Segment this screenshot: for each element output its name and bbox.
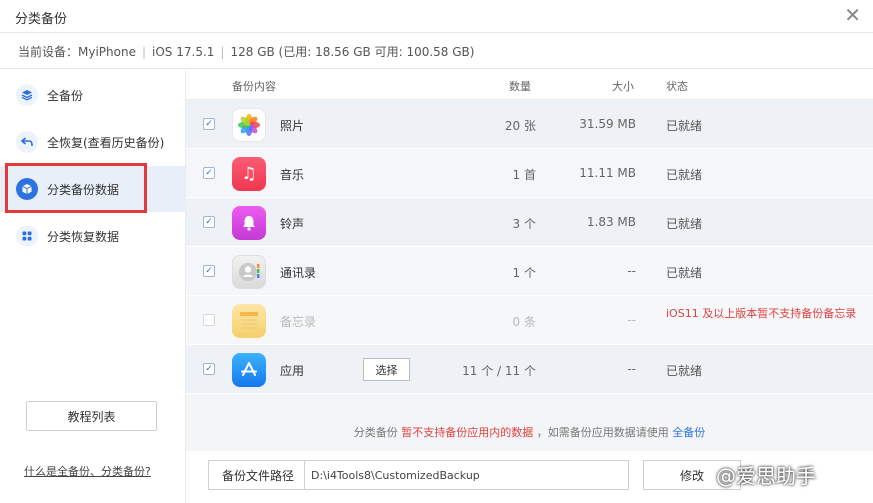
title-bar: 分类备份 ✕ <box>0 0 873 33</box>
contacts-icon <box>232 255 266 289</box>
row-name: 应用 <box>280 364 305 378</box>
watermark: @爱思助手 <box>716 464 816 488</box>
close-icon[interactable]: ✕ <box>844 4 861 26</box>
row-checkbox[interactable]: ✓ <box>203 118 215 130</box>
header-count: 数量 <box>509 80 531 93</box>
row-status: 已就绪 <box>666 364 703 378</box>
table-header: 备份内容 数量 大小 状态 <box>186 70 873 100</box>
row-status: 已就绪 <box>666 119 703 133</box>
row-name: 铃声 <box>280 217 305 231</box>
table-row-notes: 备忘录 0 条 -- iOS11 及以上版本暂不支持备份备忘录 <box>186 296 873 345</box>
bell-icon <box>232 206 266 240</box>
select-apps-button[interactable]: 选择 <box>363 358 410 381</box>
ios-version: iOS 17.5.1 <box>152 45 215 59</box>
cube-icon <box>16 178 38 200</box>
row-status-warning: iOS11 及以上版本暂不支持备份备忘录 <box>666 307 857 320</box>
sidebar-item-category-backup[interactable]: 分类备份数据 <box>0 166 186 212</box>
sidebar: 全备份 全恢复(查看历史备份) 分类备份数据 分类恢复数据 <box>0 70 186 503</box>
device-label: 当前设备： <box>18 45 79 59</box>
row-name: 通讯录 <box>280 266 317 280</box>
row-status: 已就绪 <box>666 217 703 231</box>
undo-arrow-icon <box>16 131 38 153</box>
row-checkbox <box>203 314 215 326</box>
row-status: 已就绪 <box>666 266 703 280</box>
row-checkbox[interactable]: ✓ <box>203 265 215 277</box>
note-middle: ，如需备份应用数据请使用 <box>536 426 669 439</box>
row-size: -- <box>627 362 636 376</box>
help-link[interactable]: 什么是全备份、分类备份? <box>24 463 151 479</box>
header-status: 状态 <box>666 80 688 93</box>
row-size: 31.59 MB <box>579 117 636 131</box>
row-count: 20 张 <box>504 119 536 133</box>
row-size: 1.83 MB <box>586 215 636 229</box>
separator: | <box>220 45 225 59</box>
row-checkbox[interactable]: ✓ <box>203 363 215 375</box>
row-checkbox[interactable]: ✓ <box>203 216 215 228</box>
backup-path-bar: 备份文件路径 修改 @爱思助手 <box>186 451 873 503</box>
header-content: 备份内容 <box>232 80 276 93</box>
layers-icon <box>16 84 38 106</box>
row-status: 已就绪 <box>666 168 703 182</box>
device-info: 当前设备：MyiPhone | iOS 17.5.1 | 128 GB (已用: 18.… <box>18 43 474 60</box>
music-icon: ♫ <box>232 157 266 191</box>
sidebar-item-label: 分类恢复数据 <box>47 230 120 244</box>
separator: | <box>141 45 147 59</box>
sidebar-item-full-backup[interactable]: 全备份 <box>0 72 186 118</box>
grid-icon <box>16 225 38 247</box>
row-name: 音乐 <box>280 168 305 182</box>
sidebar-item-category-restore[interactable]: 分类恢复数据 <box>0 213 186 259</box>
sidebar-item-full-restore[interactable]: 全恢复(查看历史备份) <box>0 119 186 165</box>
row-count: 1 首 <box>512 168 536 182</box>
table-row-ringtones: ✓ 铃声 3 个 1.83 MB 已就绪 <box>186 198 873 247</box>
window-title: 分类备份 <box>15 12 68 27</box>
backup-note: 分类备份 暂不支持备份应用内的数据 ，如需备份应用数据请使用 全备份 <box>186 424 873 440</box>
sidebar-item-label: 全备份 <box>47 89 84 103</box>
full-backup-link[interactable]: 全备份 <box>672 426 705 439</box>
table-row-music: ✓ ♫ 音乐 1 首 11.11 MB 已就绪 <box>186 149 873 198</box>
note-prefix: 分类备份 <box>353 426 398 439</box>
row-count: 1 个 <box>512 266 536 280</box>
photos-icon <box>232 108 266 142</box>
backup-path-input[interactable] <box>304 460 629 490</box>
header-size: 大小 <box>612 80 634 93</box>
main-panel: 备份内容 数量 大小 状态 ✓ 照片 20 张 31.59 MB 已就绪 ✓ ♫… <box>186 70 873 503</box>
table-row-contacts: ✓ 通讯录 1 个 -- 已就绪 <box>186 247 873 296</box>
tutorial-list-button[interactable]: 教程列表 <box>26 401 157 431</box>
sidebar-item-label: 全恢复(查看历史备份) <box>47 136 165 150</box>
sidebar-item-label: 分类备份数据 <box>47 183 120 197</box>
row-count: 3 个 <box>512 217 536 231</box>
row-checkbox[interactable]: ✓ <box>203 167 215 179</box>
table-row-photos: ✓ 照片 20 张 31.59 MB 已就绪 <box>186 100 873 149</box>
row-count: 11 个 / 11 个 <box>462 364 536 378</box>
row-size: -- <box>627 313 636 327</box>
row-name: 备忘录 <box>280 315 317 329</box>
backup-path-label: 备份文件路径 <box>208 460 308 490</box>
app-store-icon <box>232 353 266 387</box>
row-size: -- <box>627 264 636 278</box>
row-size: 11.11 MB <box>579 166 636 180</box>
row-count: 0 条 <box>512 315 536 329</box>
note-warning: 暂不支持备份应用内的数据 <box>401 426 534 439</box>
device-name: MyiPhone <box>78 45 136 59</box>
storage-info: 128 GB (已用: 18.56 GB 可用: 100.58 GB) <box>230 45 475 59</box>
notes-icon <box>232 304 266 338</box>
table-row-apps: ✓ 应用 选择 11 个 / 11 个 -- 已就绪 <box>186 345 873 394</box>
device-info-bar: 当前设备：MyiPhone | iOS 17.5.1 | 128 GB (已用: 18.… <box>0 33 873 69</box>
row-name: 照片 <box>280 119 305 133</box>
